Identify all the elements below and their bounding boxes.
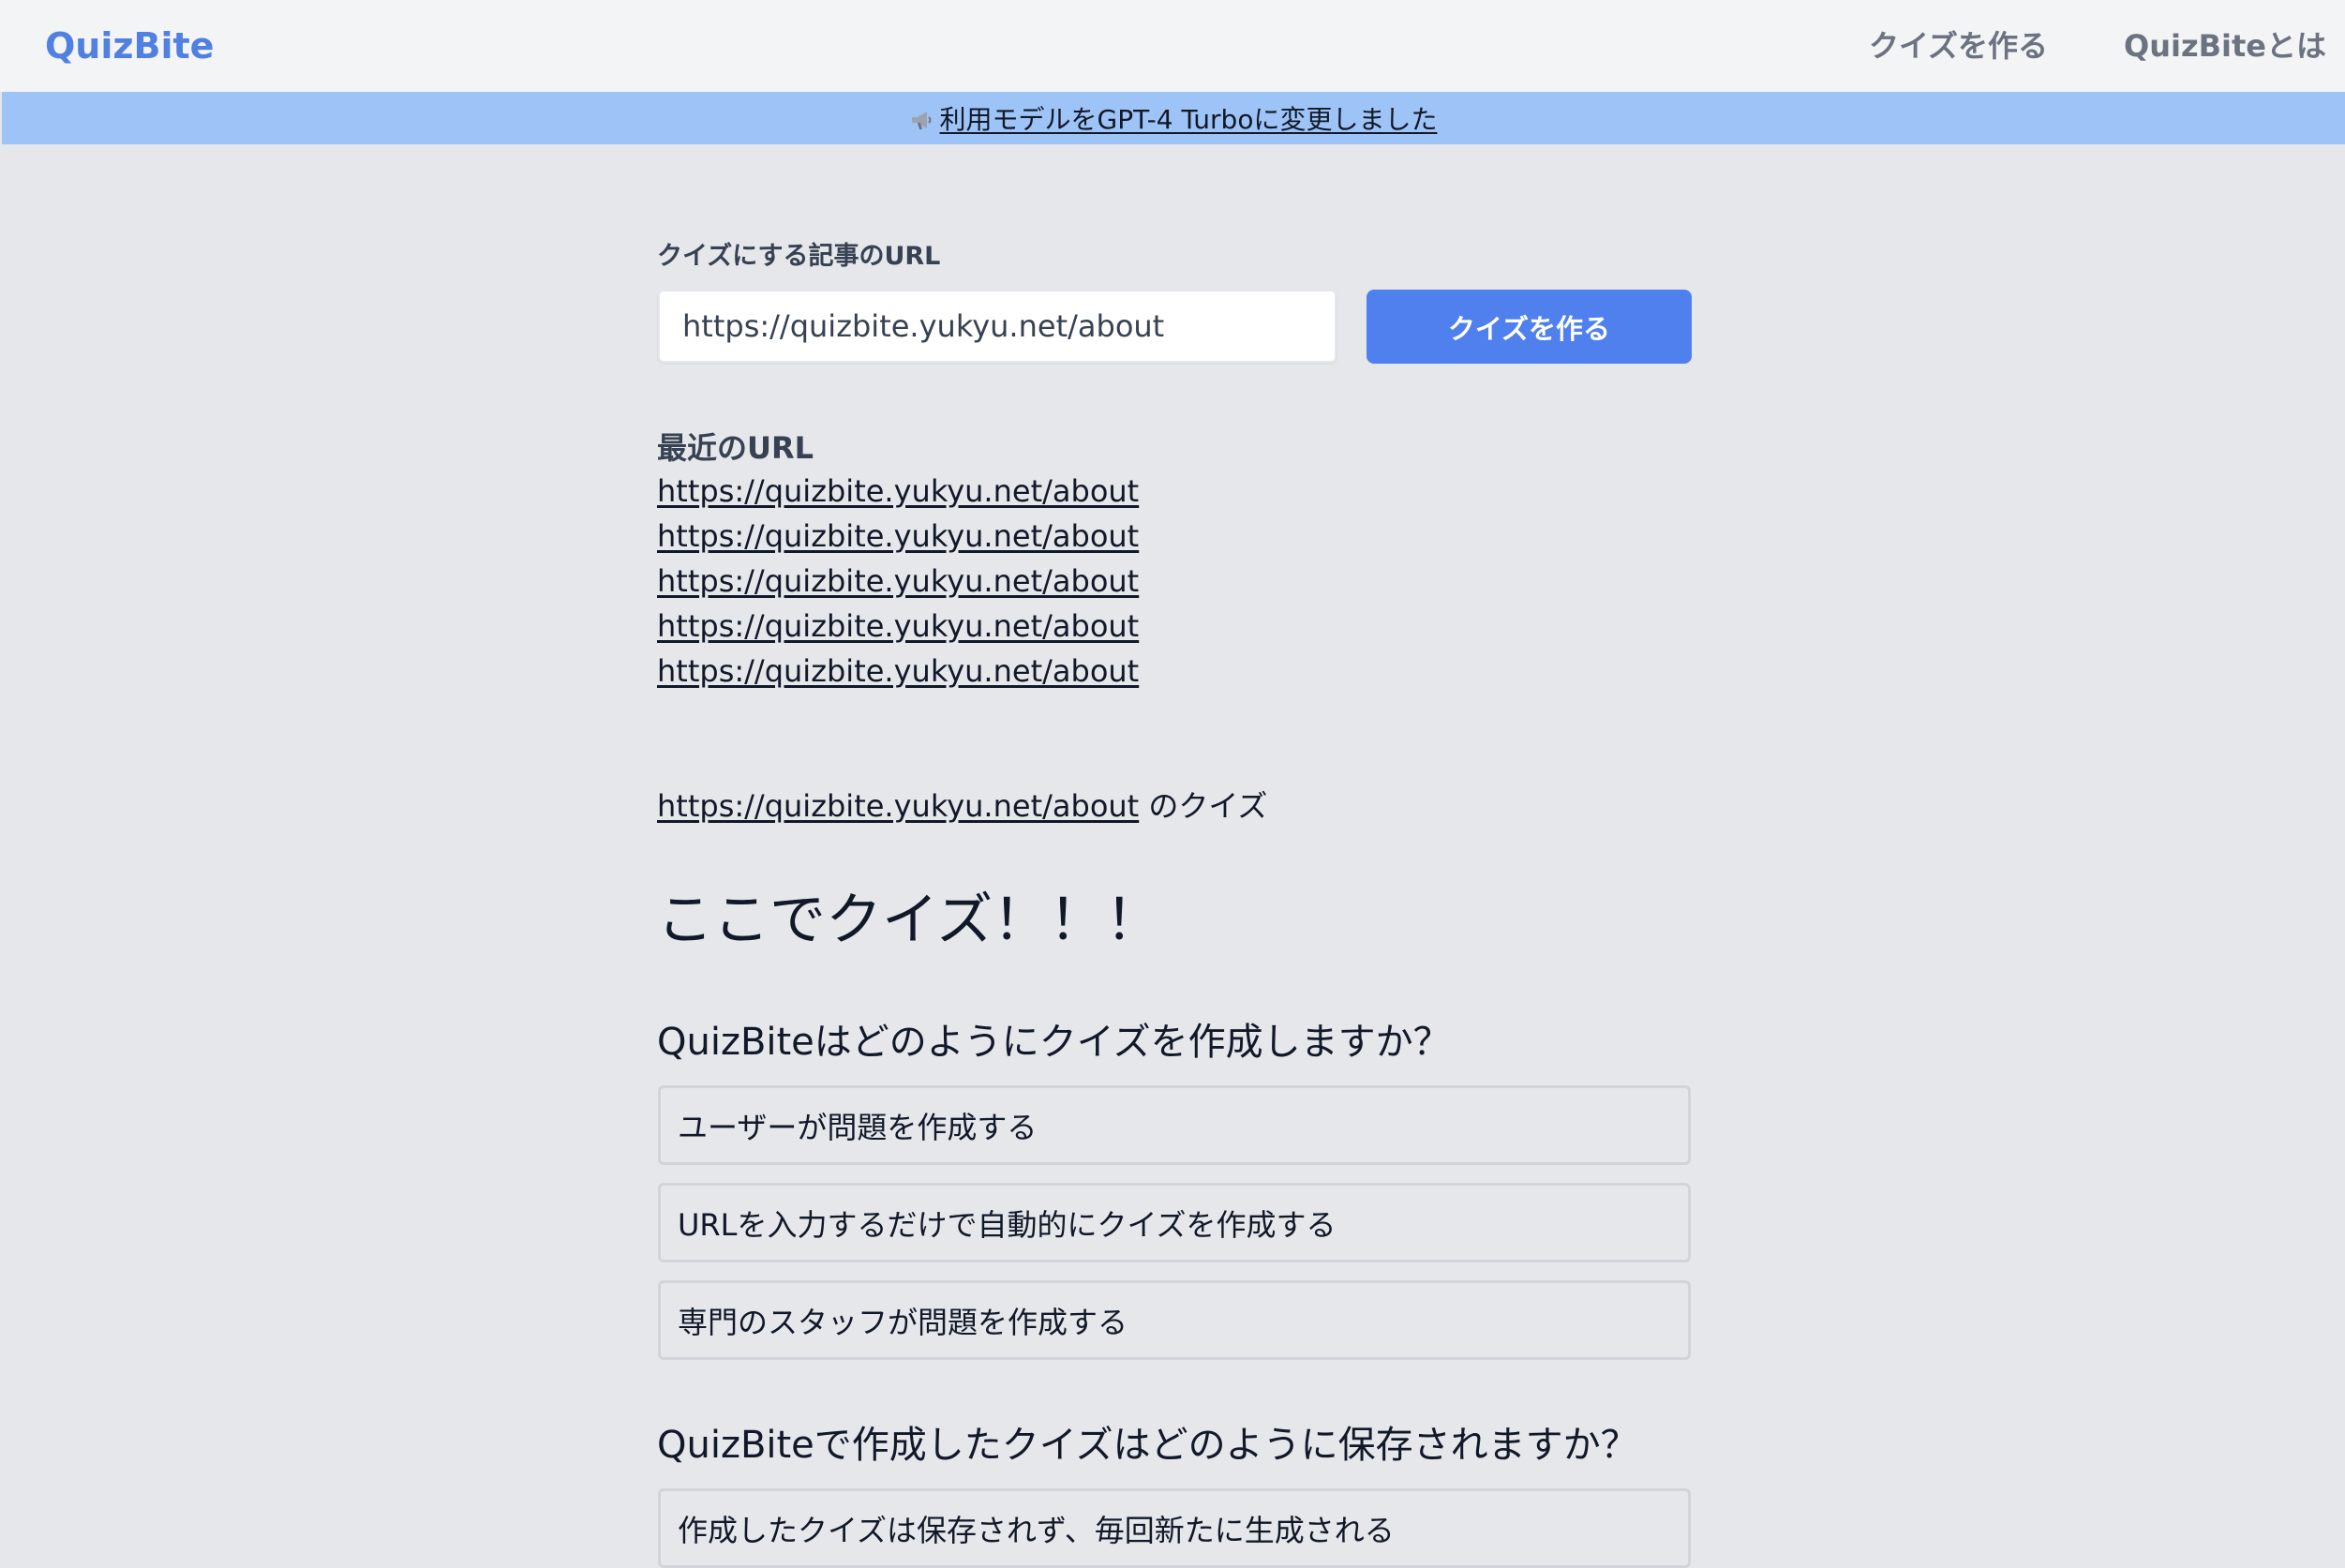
nav-create-quiz-link[interactable]: クイズを作る [1869,22,2048,70]
announcement-link[interactable]: 利用モデルをGPT-4 Turboに変更しました [940,99,1438,137]
top-navigation: QuizBite クイズを作る QuizBiteとは [0,0,2345,92]
recent-url-item: https://quizbite.yukyu.net/about [657,559,1139,604]
recent-url-link[interactable]: https://quizbite.yukyu.net/about [657,653,1139,689]
banner-content: 利用モデルをGPT-4 Turboに変更しました [910,99,1438,137]
article-url-label: クイズにする記事のURL [657,242,941,271]
question-1-option-1[interactable]: ユーザーが問題を作成する [658,1085,1691,1165]
question-1-title: QuizBiteはどのようにクイズを作成しますか？ [657,1021,1451,1064]
question-2-option-1[interactable]: 作成したクイズは保存されず、毎回新たに生成される [658,1488,1691,1568]
article-url-input[interactable] [658,290,1337,363]
recent-urls-list: https://quizbite.yukyu.net/about https:/… [657,469,1139,694]
recent-url-link[interactable]: https://quizbite.yukyu.net/about [657,518,1139,554]
brand-logo-link[interactable]: QuizBite [45,22,214,70]
quiz-heading: ここでクイズ！！！ [657,888,1162,953]
quiz-source-line: https://quizbite.yukyu.net/about のクイズ [657,784,1267,829]
recent-url-link[interactable]: https://quizbite.yukyu.net/about [657,608,1139,644]
question-1-option-3[interactable]: 専門のスタッフが問題を作成する [658,1280,1691,1360]
recent-urls-title: 最近のURL [657,430,814,466]
recent-url-item: https://quizbite.yukyu.net/about [657,649,1139,694]
recent-url-item: https://quizbite.yukyu.net/about [657,469,1139,514]
quiz-source-suffix: のクイズ [1139,788,1268,824]
recent-url-item: https://quizbite.yukyu.net/about [657,604,1139,649]
question-2-title: QuizBiteで作成したクイズはどのように保存されますか？ [657,1424,1638,1467]
megaphone-icon [910,107,934,129]
recent-url-item: https://quizbite.yukyu.net/about [657,514,1139,559]
announcement-banner: 利用モデルをGPT-4 Turboに変更しました [2,92,2345,144]
recent-url-link[interactable]: https://quizbite.yukyu.net/about [657,563,1139,599]
quiz-source-link[interactable]: https://quizbite.yukyu.net/about [657,788,1139,824]
create-quiz-button[interactable]: クイズを作る [1367,290,1692,364]
nav-about-link[interactable]: QuizBiteとは [2124,22,2326,70]
recent-url-link[interactable]: https://quizbite.yukyu.net/about [657,473,1139,509]
question-1-option-2[interactable]: URLを入力するだけで自動的にクイズを作成する [658,1183,1691,1262]
